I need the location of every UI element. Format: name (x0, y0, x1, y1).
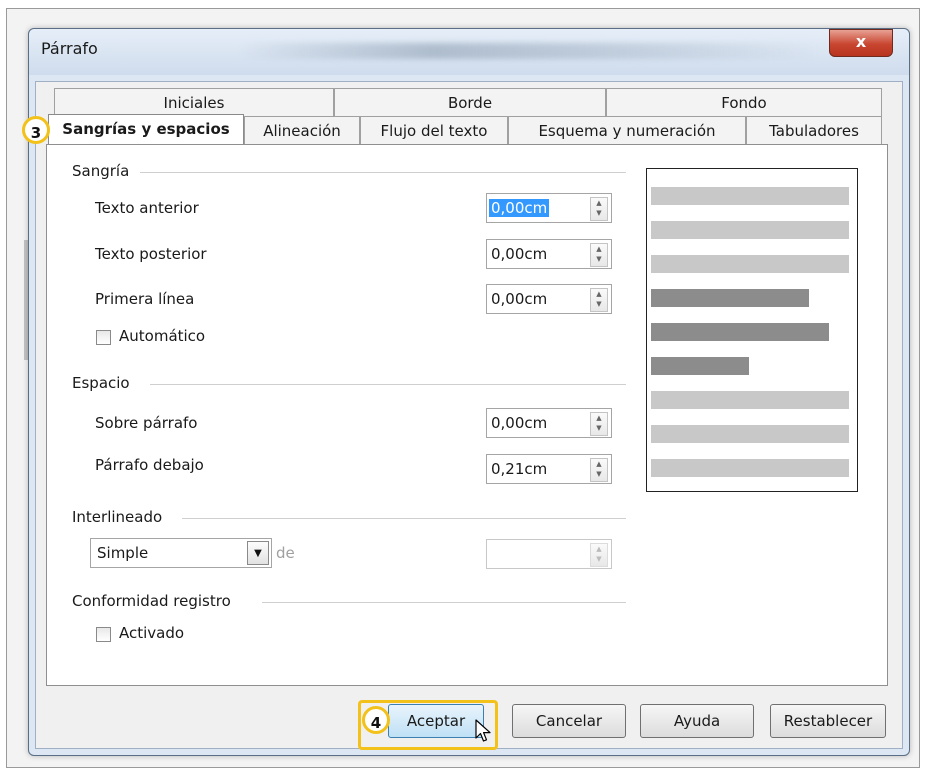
spacing-group-line (150, 384, 626, 385)
ok-button[interactable]: Aceptar (388, 704, 484, 738)
preview-line-current (651, 289, 809, 307)
mouse-pointer-icon (475, 719, 491, 742)
preview-line (651, 425, 849, 443)
indent-group-label: Sangría (72, 162, 136, 180)
linespacing-group-line (182, 518, 626, 519)
first-line-value: 0,00cm (491, 290, 548, 308)
space-above-spinner[interactable]: 0,00cm ▲ ▼ (486, 408, 612, 438)
after-text-value: 0,00cm (491, 245, 548, 263)
automatic-checkbox[interactable] (96, 330, 111, 345)
preview-line (651, 187, 849, 205)
cancel-button[interactable]: Cancelar (512, 704, 626, 738)
preview-line (651, 255, 849, 273)
register-group-label: Conformidad registro (72, 592, 237, 610)
indent-group-line (140, 172, 626, 173)
paragraph-preview (646, 168, 858, 492)
tab-iniciales[interactable]: Iniciales (54, 88, 334, 116)
step-4-callout: 4 (362, 706, 390, 734)
preview-line (651, 221, 849, 239)
step-3-callout: 3 (22, 116, 50, 144)
dialog-title: Párrafo (41, 39, 98, 58)
tab-esquema-y-numeracion[interactable]: Esquema y numeración (508, 116, 746, 144)
linespacing-value: Simple (97, 544, 149, 562)
tab-fondo[interactable]: Fondo (606, 88, 882, 116)
before-text-label: Texto anterior (95, 199, 199, 217)
space-below-label: Párrafo debajo (95, 456, 204, 474)
space-above-label: Sobre párrafo (95, 414, 198, 432)
preview-line (651, 391, 849, 409)
space-below-spinner[interactable]: 0,21cm ▲ ▼ (486, 454, 612, 484)
reset-button[interactable]: Restablecer (770, 704, 886, 738)
tab-tabuladores[interactable]: Tabuladores (746, 116, 882, 144)
linespacing-group-label: Interlineado (72, 508, 169, 526)
preview-line (651, 459, 849, 477)
spin-arrows-icon[interactable]: ▲ ▼ (590, 197, 608, 221)
help-button[interactable]: Ayuda (640, 704, 754, 738)
of-label: de (276, 544, 295, 562)
first-line-spinner[interactable]: 0,00cm ▲ ▼ (486, 284, 612, 314)
tab-borde[interactable]: Borde (334, 88, 606, 116)
tab-alineacion[interactable]: Alineación (244, 116, 360, 144)
spin-arrows-icon[interactable]: ▲ ▼ (590, 243, 608, 267)
before-text-value: 0,00cm (489, 199, 550, 217)
title-bar[interactable]: Párrafo x (29, 29, 909, 75)
space-below-value: 0,21cm (491, 460, 548, 478)
before-text-spinner[interactable]: 0,00cm ▲ ▼ (486, 193, 612, 223)
close-icon: x (855, 32, 867, 51)
register-active-label: Activado (119, 624, 185, 642)
after-text-label: Texto posterior (95, 245, 207, 263)
preview-line-current (651, 357, 749, 375)
linespacing-select[interactable]: Simple ▼ (90, 538, 272, 568)
spin-arrows-icon[interactable]: ▲ ▼ (590, 288, 608, 312)
preview-line-current (651, 323, 829, 341)
tab-flujo-del-texto[interactable]: Flujo del texto (360, 116, 508, 144)
space-above-value: 0,00cm (491, 414, 548, 432)
tab-sangrias-y-espacios[interactable]: Sangrías y espacios (48, 114, 244, 146)
close-button[interactable]: x (829, 29, 893, 57)
spacing-group-label: Espacio (72, 374, 136, 392)
spin-arrows-icon[interactable]: ▲ ▼ (590, 458, 608, 482)
register-group-line (262, 602, 626, 603)
blurred-background-text (239, 43, 819, 59)
first-line-label: Primera línea (95, 290, 195, 308)
spin-arrows-icon[interactable]: ▲ ▼ (590, 543, 608, 567)
spin-arrows-icon[interactable]: ▲ ▼ (590, 412, 608, 436)
after-text-spinner[interactable]: 0,00cm ▲ ▼ (486, 239, 612, 269)
automatic-label: Automático (119, 327, 206, 345)
register-active-checkbox[interactable] (96, 627, 111, 642)
dropdown-arrow-icon[interactable]: ▼ (247, 541, 269, 565)
linespacing-value-spinner[interactable]: ▲ ▼ (486, 539, 612, 569)
